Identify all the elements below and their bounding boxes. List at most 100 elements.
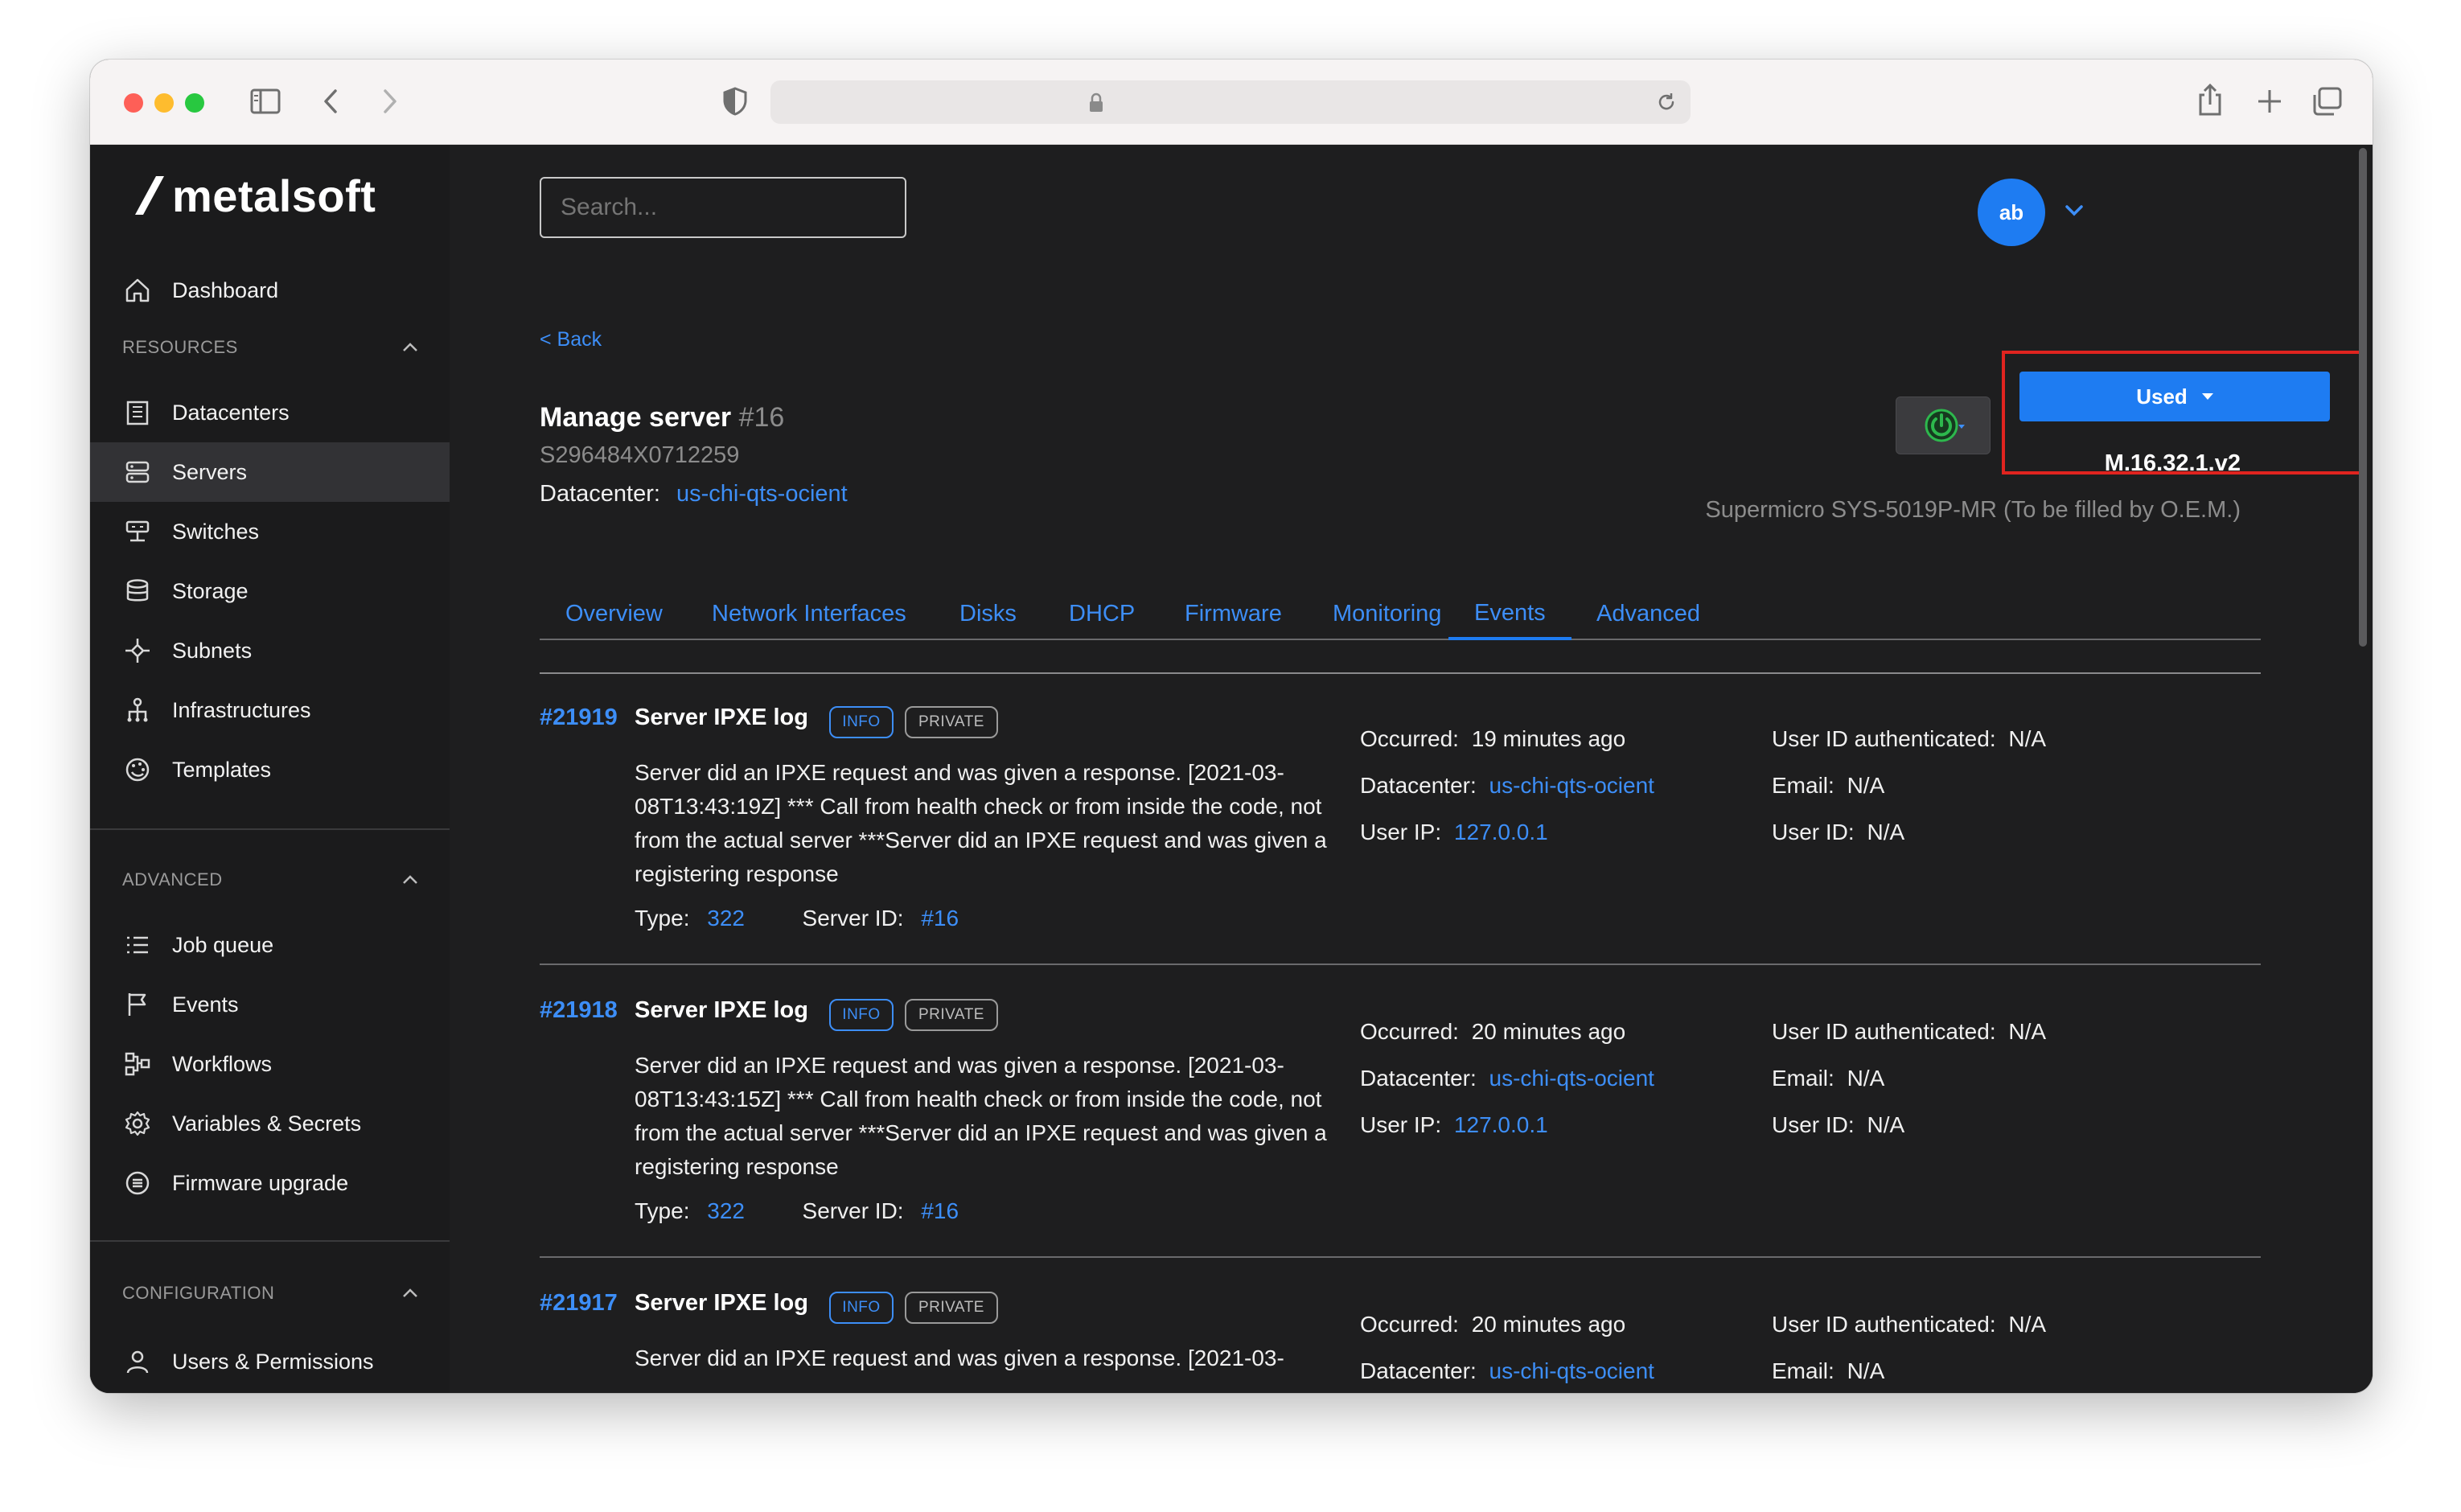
sidebar-toggle-icon[interactable] (249, 85, 281, 117)
sidebar-item-label: Workflows (172, 1051, 273, 1076)
occurred-value: 20 minutes ago (1471, 1019, 1626, 1044)
server-id-link[interactable]: #16 (921, 906, 959, 931)
page-title: Manage server #16 (540, 402, 784, 433)
event-row: #21917 Server IPXE log INFO PRIVATE Serv… (540, 1259, 2261, 1393)
datacenter-link[interactable]: us-chi-qts-ocient (676, 481, 848, 507)
sidebar-item-label: Templates (172, 757, 272, 782)
sidebar-item-firmware-upgrade[interactable]: Firmware upgrade (90, 1153, 450, 1213)
event-description: Server did an IPXE request and was given… (635, 1346, 1284, 1370)
sidebar-item-label: Firmware upgrade (172, 1170, 349, 1195)
sidebar-item-workflows[interactable]: Workflows (90, 1034, 450, 1094)
email-value: N/A (1847, 773, 1885, 798)
datacenter-link[interactable]: us-chi-qts-ocient (1489, 1358, 1654, 1383)
maximize-window-button[interactable] (185, 93, 204, 113)
sidebar-item-label: Infrastructures (172, 697, 311, 722)
power-dropdown-button[interactable] (1896, 396, 1991, 454)
tab-monitoring[interactable]: Monitoring (1307, 589, 1467, 639)
sidebar-item-label: Dashboard (172, 277, 279, 302)
sidebar-item-users-permissions[interactable]: Users & Permissions (90, 1332, 450, 1391)
close-window-button[interactable] (124, 93, 143, 113)
sidebar-item-subnets[interactable]: Subnets (90, 621, 450, 680)
back-arrow-icon[interactable] (315, 85, 347, 117)
user-ip-label: User IP: (1360, 1112, 1442, 1137)
share-icon[interactable] (2194, 82, 2226, 117)
event-type-link[interactable]: 322 (707, 906, 745, 931)
user-id-auth-label: User ID authenticated: (1772, 726, 1996, 751)
user-id-value: N/A (1867, 820, 1905, 844)
sidebar-item-switches[interactable]: Switches (90, 502, 450, 561)
section-resources[interactable]: RESOURCES (122, 331, 420, 364)
status-dropdown-button[interactable]: Used (2019, 372, 2330, 421)
tab-advanced[interactable]: Advanced (1571, 589, 1726, 639)
occurred-value: 19 minutes ago (1471, 726, 1626, 751)
email-value: N/A (1847, 1066, 1885, 1091)
address-bar[interactable] (770, 80, 1691, 124)
datacenter-link[interactable]: us-chi-qts-ocient (1489, 1066, 1654, 1091)
sidebar-item-label: Subnets (172, 638, 253, 663)
event-id[interactable]: #21918 (540, 997, 618, 1024)
event-type-link[interactable]: 322 (707, 1198, 745, 1223)
server-model: Supermicro SYS-5019P-MR (To be filled by… (1705, 497, 2241, 523)
event-details-column: Occurred: 20 minutes ago Datacenter: us-… (1360, 1301, 1654, 1393)
event-row: #21919 Server IPXE log INFO PRIVATE Serv… (540, 674, 2261, 965)
sidebar: metalsoft Dashboard RESOURCES Datacenter… (90, 145, 450, 1393)
chevron-down-icon[interactable] (2063, 203, 2085, 219)
sidebar-item-label: Switches (172, 519, 260, 544)
sidebar-item-dashboard[interactable]: Dashboard (90, 261, 450, 320)
server-id-link[interactable]: #16 (921, 1198, 959, 1223)
avatar[interactable]: ab (1978, 179, 2045, 246)
datacenter-label: Datacenter: (1360, 1358, 1477, 1383)
section-advanced[interactable]: ADVANCED (122, 864, 420, 896)
sidebar-divider (90, 828, 450, 830)
info-badge: INFO (829, 1292, 894, 1324)
user-id-label: User ID: (1772, 820, 1855, 844)
sidebar-item-events[interactable]: Events (90, 975, 450, 1034)
chip-icon (122, 1168, 153, 1198)
tab-events[interactable]: Events (1448, 589, 1572, 640)
tab-dhcp[interactable]: DHCP (1043, 589, 1161, 639)
privacy-shield-icon[interactable] (719, 85, 751, 117)
sidebar-item-storage[interactable]: Storage (90, 561, 450, 621)
chevron-up-icon (403, 343, 417, 351)
sidebar-item-templates[interactable]: Templates (90, 740, 450, 799)
page-scrollbar[interactable] (2356, 148, 2368, 1387)
palette-icon (122, 754, 153, 785)
section-configuration[interactable]: CONFIGURATION (122, 1277, 420, 1309)
minimize-window-button[interactable] (154, 93, 174, 113)
user-icon (122, 1346, 153, 1377)
reload-icon[interactable] (1655, 91, 1678, 113)
event-id[interactable]: #21919 (540, 705, 618, 731)
event-id[interactable]: #21917 (540, 1290, 618, 1317)
tab-overview[interactable]: Overview (540, 589, 688, 639)
tab-disks[interactable]: Disks (934, 589, 1042, 639)
user-ip-link[interactable]: 127.0.0.1 (1454, 820, 1548, 844)
workflow-icon (122, 1049, 153, 1079)
tab-overview-icon[interactable] (2311, 85, 2344, 117)
section-title: ADVANCED (122, 869, 223, 890)
sidebar-item-job-queue[interactable]: Job queue (90, 915, 450, 975)
event-title: Server IPXE log (635, 705, 808, 730)
tab-firmware[interactable]: Firmware (1159, 589, 1308, 639)
datacenter-link[interactable]: us-chi-qts-ocient (1489, 773, 1654, 798)
sidebar-item-servers[interactable]: Servers (90, 442, 450, 502)
metalsoft-logo[interactable]: metalsoft (124, 167, 376, 224)
tab-bar: Overview Network Interfaces Disks DHCP F… (540, 589, 2261, 640)
new-tab-icon[interactable] (2254, 85, 2286, 117)
user-ip-link[interactable]: 127.0.0.1 (1454, 1112, 1548, 1137)
sidebar-item-datacenters[interactable]: Datacenters (90, 383, 450, 442)
user-id-auth-label: User ID authenticated: (1772, 1019, 1996, 1044)
back-link[interactable]: < Back (540, 328, 602, 351)
private-badge: PRIVATE (905, 999, 998, 1031)
event-meta: Type: 322 Server ID: #16 (635, 1198, 959, 1224)
tab-network-interfaces[interactable]: Network Interfaces (686, 589, 932, 639)
page-title-text: Manage server (540, 402, 732, 433)
search-input[interactable] (540, 177, 906, 238)
user-id-auth-label: User ID authenticated: (1772, 1312, 1996, 1337)
type-label: Type: (635, 1198, 690, 1223)
forward-arrow-icon[interactable] (373, 85, 405, 117)
sidebar-item-infrastructures[interactable]: Infrastructures (90, 680, 450, 740)
hierarchy-icon (122, 695, 153, 725)
scrollbar-thumb[interactable] (2359, 148, 2367, 647)
sidebar-item-variables-secrets[interactable]: Variables & Secrets (90, 1094, 450, 1153)
logo-slash-icon (135, 176, 164, 215)
